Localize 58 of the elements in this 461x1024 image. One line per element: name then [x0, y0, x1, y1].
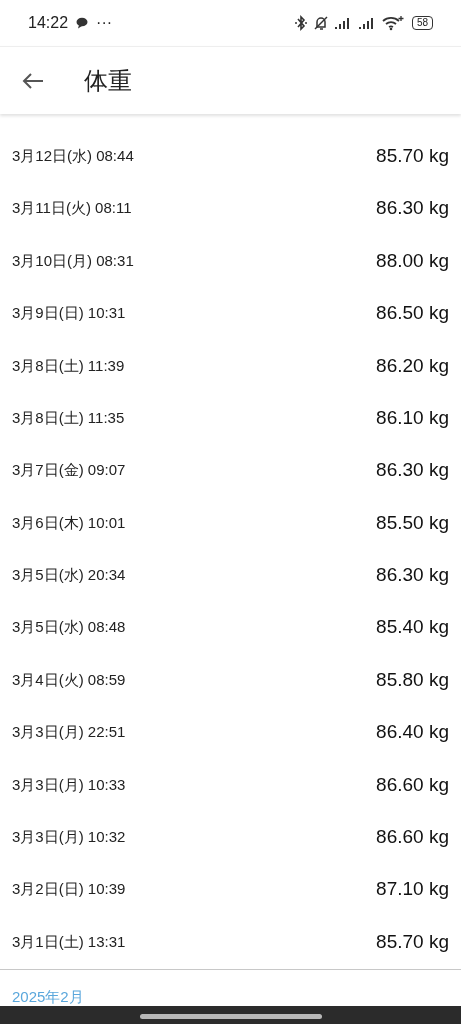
- weight-entry-row[interactable]: 3月8日(土) 11:35 86.10 kg: [0, 391, 461, 445]
- entry-date: 3月5日(水) 08:48: [12, 617, 126, 638]
- entry-weight: 86.20 kg: [376, 353, 449, 378]
- weight-entry-row[interactable]: 3月3日(月) 22:51 86.40 kg: [0, 706, 461, 759]
- entry-weight: 87.10 kg: [376, 877, 449, 902]
- status-time: 14:22: [28, 13, 69, 33]
- weight-entry-row[interactable]: 3月11日(火) 08:11 86.30 kg: [0, 182, 461, 235]
- entry-date: 3月4日(火) 08:59: [12, 669, 126, 690]
- entry-date: 3月3日(月) 22:51: [12, 722, 126, 743]
- weight-entry-row[interactable]: 3月12日(水) 08:44 85.70 kg: [0, 130, 461, 183]
- entry-date: 3月3日(月) 10:32: [12, 827, 126, 847]
- weight-entry-row[interactable]: 3月4日(火) 08:59 85.80 kg: [0, 653, 461, 707]
- entry-date: 3月6日(木) 10:01: [12, 512, 126, 533]
- entry-date: 3月8日(土) 11:35: [12, 407, 125, 428]
- entry-date: 3月12日(水) 08:44: [12, 145, 134, 166]
- weight-entry-row[interactable]: 3月5日(水) 20:34 86.30 kg: [0, 549, 461, 602]
- weight-entry-row[interactable]: 3月1日(土) 13:31 85.70 kg: [0, 915, 461, 969]
- entry-date: 3月3日(月) 10:33: [12, 774, 126, 795]
- weight-entry-row[interactable]: 3月6日(木) 10:01 85.50 kg: [0, 496, 461, 550]
- entry-date: 3月2日(日) 10:39: [12, 879, 126, 900]
- page-title: 体重: [84, 65, 132, 96]
- back-arrow-icon: [22, 72, 44, 91]
- entry-weight: 85.40 kg: [376, 615, 449, 640]
- entry-date: 3月1日(土) 13:31: [12, 931, 126, 952]
- entry-weight: 86.50 kg: [376, 301, 449, 326]
- weight-entry-row[interactable]: 3月9日(日) 10:31 86.50 kg: [0, 287, 461, 340]
- entry-weight: 86.30 kg: [376, 458, 449, 483]
- weight-entry-row[interactable]: 3月8日(土) 11:39 86.20 kg: [0, 339, 461, 392]
- entry-weight: 85.70 kg: [376, 143, 449, 168]
- entry-weight: 86.30 kg: [376, 196, 449, 221]
- weight-entry-row[interactable]: 3月3日(月) 10:32 86.60 kg: [0, 811, 461, 864]
- wifi-icon: [381, 15, 404, 31]
- entry-weight: 88.00 kg: [376, 248, 449, 273]
- weight-entry-row[interactable]: 3月5日(水) 08:48 85.40 kg: [0, 601, 461, 654]
- battery-indicator: 58: [411, 16, 433, 30]
- entry-weight: 85.80 kg: [376, 667, 449, 692]
- entry-weight: 86.40 kg: [376, 720, 449, 745]
- more-notifications: ···: [96, 13, 113, 33]
- month-header: 2025年2月: [12, 988, 84, 1006]
- home-indicator[interactable]: [139, 1013, 322, 1019]
- entry-weight: 85.50 kg: [376, 510, 449, 535]
- weight-entry-row[interactable]: 3月7日(金) 09:07 86.30 kg: [0, 444, 461, 497]
- entry-date: 3月10日(月) 08:31: [12, 250, 134, 271]
- entry-weight: 86.60 kg: [376, 825, 449, 849]
- entry-weight: 86.10 kg: [376, 405, 449, 430]
- entry-date: 3月7日(金) 09:07: [12, 460, 126, 481]
- entry-date: 3月9日(日) 10:31: [12, 303, 126, 324]
- entry-date: 3月8日(土) 11:39: [12, 355, 125, 376]
- entry-weight: 86.30 kg: [376, 563, 449, 588]
- entry-weight: 85.70 kg: [376, 929, 449, 954]
- chat-bubble-icon: [76, 17, 89, 29]
- entry-weight: 86.60 kg: [376, 772, 449, 797]
- weight-entry-row[interactable]: 3月10日(月) 08:31 88.00 kg: [0, 234, 461, 288]
- bluetooth-icon: [293, 15, 308, 31]
- entry-date: 3月11日(火) 08:11: [12, 198, 132, 219]
- entry-date: 3月5日(水) 20:34: [12, 565, 126, 586]
- weight-entry-row[interactable]: 3月3日(月) 10:33 86.60 kg: [0, 758, 461, 812]
- weight-entry-row[interactable]: 3月2日(日) 10:39 87.10 kg: [0, 863, 461, 916]
